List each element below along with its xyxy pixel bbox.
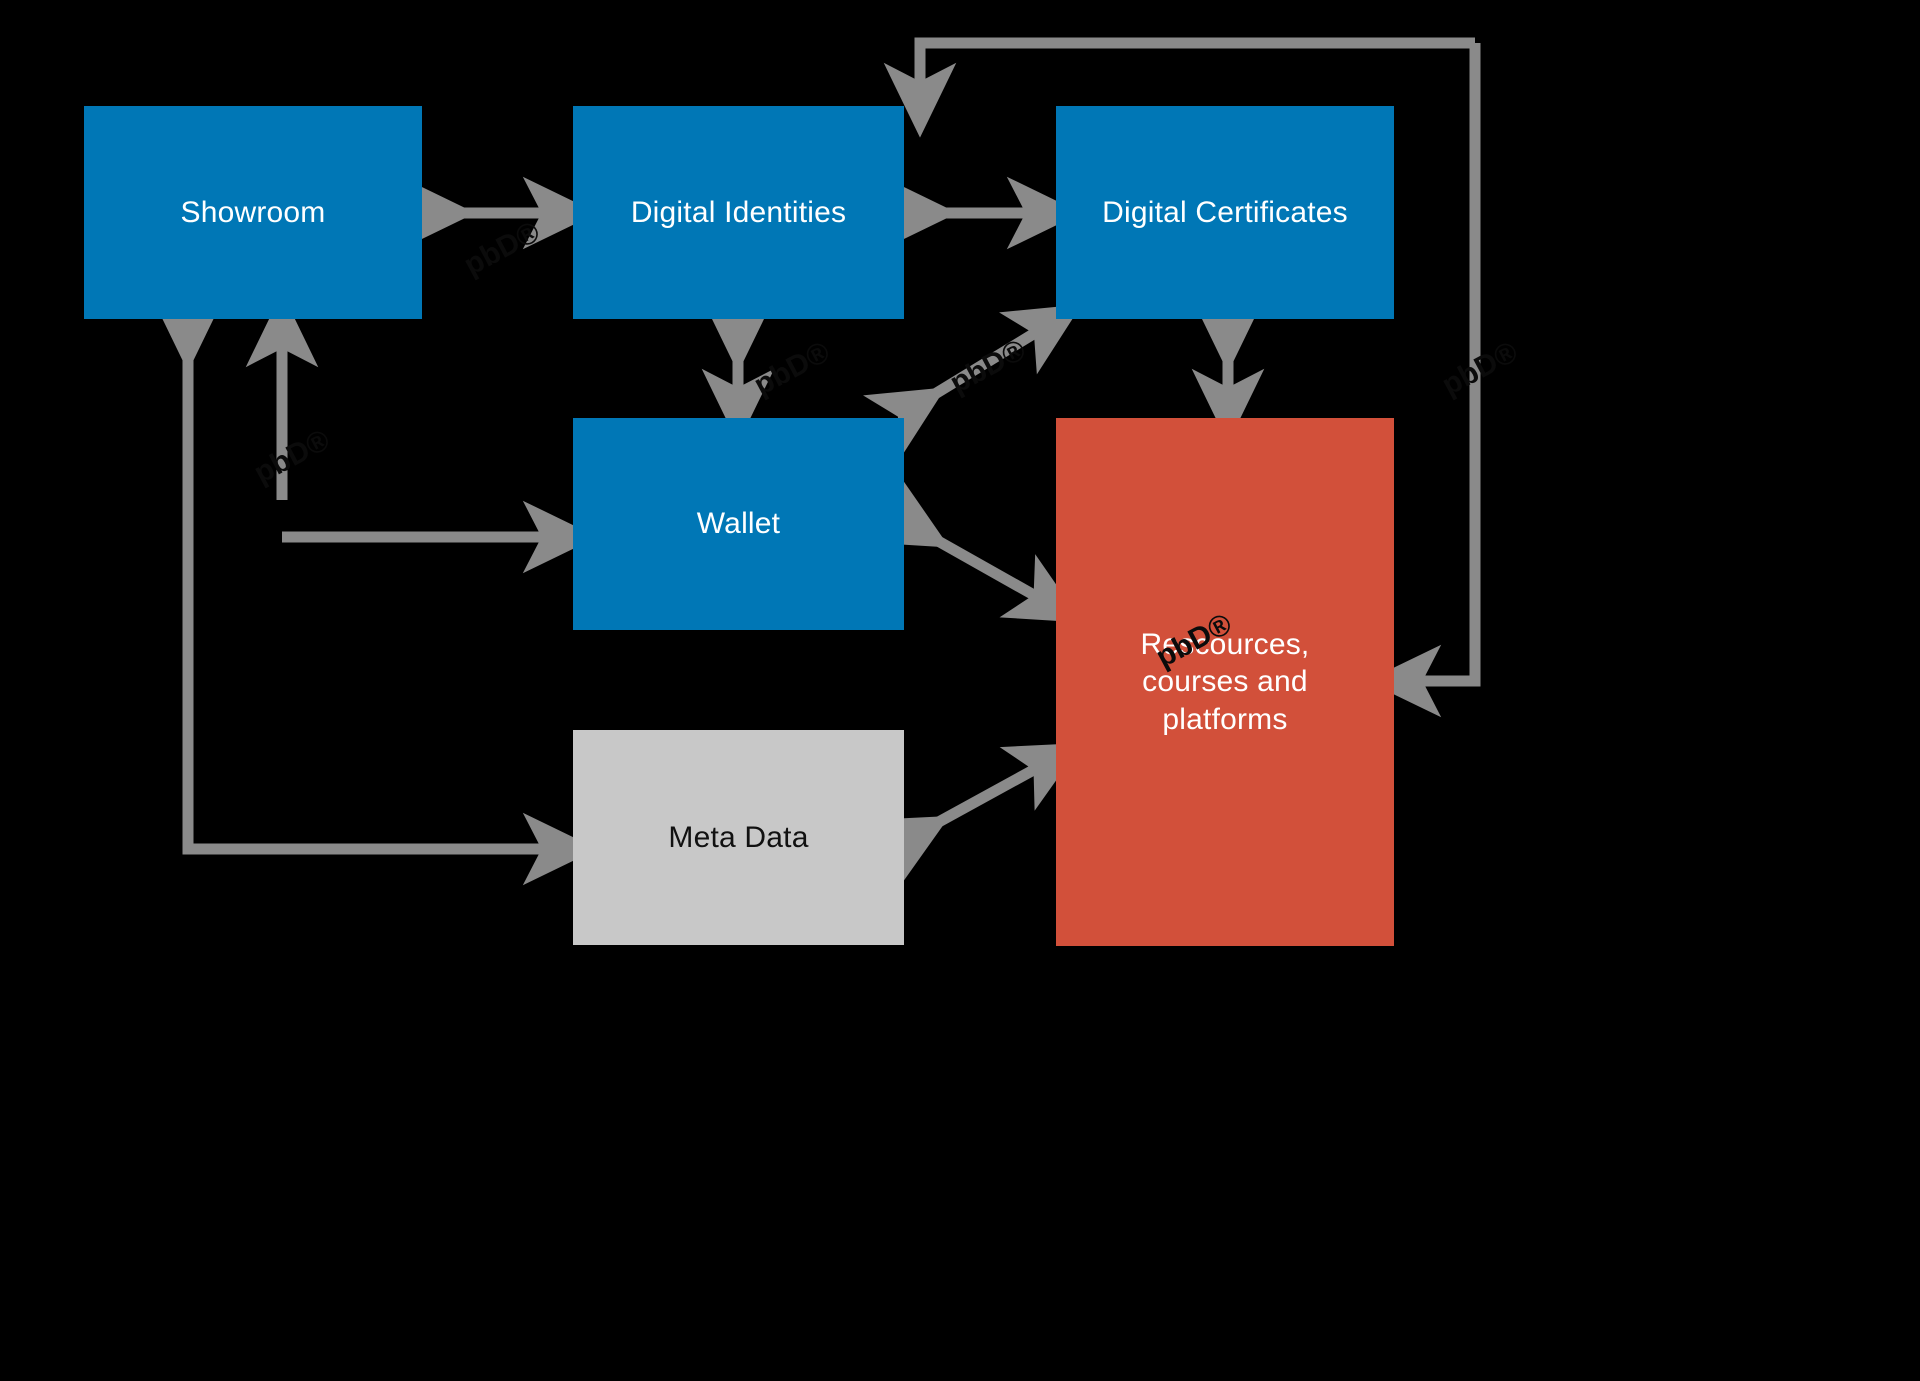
- node-digital-certificates-label: Digital Certificates: [1102, 195, 1348, 229]
- node-digital-identities-label: Digital Identities: [630, 195, 847, 229]
- edge-label-wallet-certificates: pbD®: [944, 333, 1032, 401]
- node-meta-data-label: Meta Data: [668, 820, 809, 854]
- connector-metadata-resources: [866, 742, 1083, 884]
- connector-wallet-resources: [866, 479, 1083, 623]
- connector-showroom-metadata: [151, 296, 598, 886]
- connector-resources-identities: [883, 37, 1475, 138]
- edge-label-showroom-identities: pbD®: [458, 215, 546, 283]
- node-meta-data[interactable]: Meta Data: [573, 730, 904, 945]
- node-resources[interactable]: Rescources, courses and platforms: [1056, 418, 1394, 946]
- edge-label-certificates-resources: pbD®: [1436, 335, 1524, 403]
- node-showroom[interactable]: Showroom: [84, 106, 422, 319]
- diagram-canvas: Showroom Digital Identities Digital Cert…: [0, 0, 1920, 1381]
- node-showroom-label: Showroom: [180, 195, 326, 229]
- node-digital-certificates[interactable]: Digital Certificates: [1056, 106, 1394, 319]
- node-digital-identities[interactable]: Digital Identities: [573, 106, 904, 319]
- node-wallet-label: Wallet: [696, 507, 781, 541]
- node-wallet[interactable]: Wallet: [573, 418, 904, 630]
- edge-label-showroom-wallet: pbD®: [248, 423, 336, 491]
- edge-label-identities-wallet: pbD®: [748, 335, 836, 403]
